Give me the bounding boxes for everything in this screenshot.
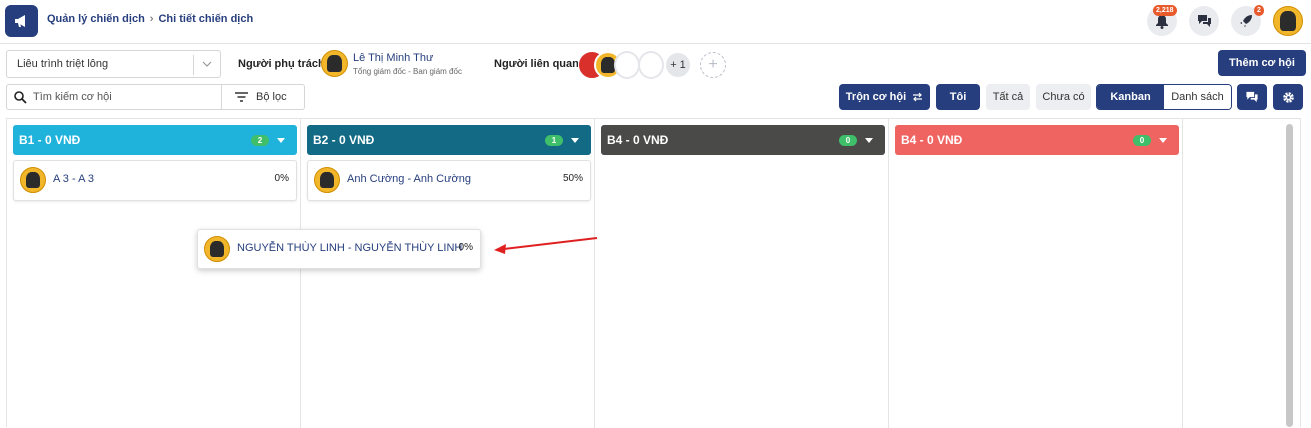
unassigned-filter-button[interactable]: Chưa có <box>1036 84 1091 110</box>
card-name[interactable]: A 3 - A 3 <box>53 173 94 185</box>
related-label: Người liên quan <box>494 58 579 70</box>
chevron-down-icon[interactable] <box>277 138 285 143</box>
kanban-view-tab[interactable]: Kanban <box>1097 85 1164 109</box>
rocket-badge: 2 <box>1254 5 1264 16</box>
card-name[interactable]: Anh Cường - Anh Cường <box>347 173 471 185</box>
owner-name[interactable]: Lê Thị Minh Thư <box>353 52 433 64</box>
view-toggle: Kanban Danh sách <box>1096 84 1232 110</box>
owner-label: Người phụ trách <box>238 58 325 70</box>
filter-button[interactable]: Bộ lọc <box>235 91 287 103</box>
chevron-down-icon <box>202 61 212 67</box>
campaign-info-row: Liêu trình triệt lông Người phụ trách Lê… <box>0 50 1311 79</box>
column-title: B4 - 0 VNĐ <box>901 133 963 147</box>
opportunity-card[interactable]: A 3 - A 3 0% <box>13 160 297 201</box>
settings-button[interactable] <box>1273 84 1303 110</box>
column-title: B4 - 0 VNĐ <box>607 133 669 147</box>
filter-icon <box>235 92 248 102</box>
rocket-icon <box>1240 15 1252 27</box>
merge-opportunity-button[interactable]: Trộn cơ hội <box>839 84 930 110</box>
column-title: B2 - 0 VNĐ <box>313 133 375 147</box>
swap-icon <box>913 92 923 102</box>
owner-role: Tổng giám đốc - Ban giám đốc <box>353 67 462 76</box>
kanban-board: B1 - 0 VNĐ 2 A 3 - A 3 0% B2 - 0 VNĐ 1 A… <box>6 118 1301 428</box>
card-avatar <box>314 167 340 193</box>
breadcrumb-current: Chi tiết chiến dịch <box>158 13 254 25</box>
column-header-b1: B1 - 0 VNĐ 2 <box>13 125 297 155</box>
all-filter-button[interactable]: Tất cả <box>986 84 1030 110</box>
card-avatar <box>20 167 46 193</box>
card-percent: 0% <box>458 242 473 253</box>
column-title: B1 - 0 VNĐ <box>19 133 81 147</box>
add-related-button[interactable]: + <box>700 52 726 78</box>
chevron-down-icon[interactable] <box>571 138 579 143</box>
me-filter-button[interactable]: Tôi <box>936 84 980 110</box>
card-name[interactable]: NGUYỄN THÙY LINH - NGUYỄN THÙY LINH <box>237 242 462 254</box>
column-header-b4-red: B4 - 0 VNĐ 0 <box>895 125 1179 155</box>
column-count-badge: 1 <box>545 135 563 146</box>
related-more-count[interactable]: + 1 <box>664 51 692 79</box>
chevron-down-icon[interactable] <box>865 138 873 143</box>
breadcrumb-separator: › <box>149 13 154 25</box>
add-opportunity-button[interactable]: Thêm cơ hội <box>1218 50 1306 76</box>
search-input[interactable]: Tìm kiếm cơ hội <box>33 91 112 103</box>
opportunity-card[interactable]: Anh Cường - Anh Cường 50% <box>307 160 591 201</box>
column-header-b4: B4 - 0 VNĐ 0 <box>601 125 885 155</box>
notification-badge: 2,218 <box>1153 5 1177 16</box>
merge-label: Trộn cơ hội <box>845 91 907 103</box>
card-avatar <box>204 236 230 262</box>
column-count-badge: 0 <box>1133 135 1151 146</box>
dragged-opportunity-card[interactable]: NGUYỄN THÙY LINH - NGUYỄN THÙY LINH 0% <box>197 229 481 269</box>
owner-avatar[interactable] <box>321 50 348 77</box>
pipeline-select[interactable]: Liêu trình triệt lông <box>6 50 221 78</box>
pipeline-select-value: Liêu trình triệt lông <box>17 58 109 70</box>
column-count-badge: 2 <box>251 135 269 146</box>
breadcrumb: Quản lý chiến dịch › Chi tiết chiến dịch <box>47 13 253 25</box>
card-percent: 50% <box>562 173 583 184</box>
filter-label: Bộ lọc <box>256 91 287 103</box>
chat-icon <box>1197 15 1211 27</box>
chat-button[interactable] <box>1189 6 1219 36</box>
search-box: Tìm kiếm cơ hội Bộ lọc <box>6 84 305 110</box>
megaphone-icon[interactable] <box>5 5 38 37</box>
related-avatar[interactable] <box>614 51 640 79</box>
chat-icon <box>1246 91 1258 103</box>
settings-icon <box>1282 91 1294 103</box>
breadcrumb-root[interactable]: Quản lý chiến dịch <box>47 13 145 25</box>
chevron-down-icon[interactable] <box>1159 138 1167 143</box>
annotation-arrow <box>494 237 598 254</box>
list-view-tab[interactable]: Danh sách <box>1164 85 1231 109</box>
top-bar: Quản lý chiến dịch › Chi tiết chiến dịch… <box>0 0 1311 44</box>
board-scrollbar[interactable] <box>1286 124 1293 427</box>
comments-button[interactable] <box>1237 84 1267 110</box>
column-header-b2: B2 - 0 VNĐ 1 <box>307 125 591 155</box>
toolbar-row: Tìm kiếm cơ hội Bộ lọc Trộn cơ hội Tôi T… <box>0 84 1311 112</box>
card-percent: 0% <box>274 173 289 184</box>
related-avatar[interactable] <box>638 51 664 79</box>
column-count-badge: 0 <box>839 135 857 146</box>
search-icon <box>14 91 27 104</box>
user-avatar[interactable] <box>1273 6 1303 36</box>
